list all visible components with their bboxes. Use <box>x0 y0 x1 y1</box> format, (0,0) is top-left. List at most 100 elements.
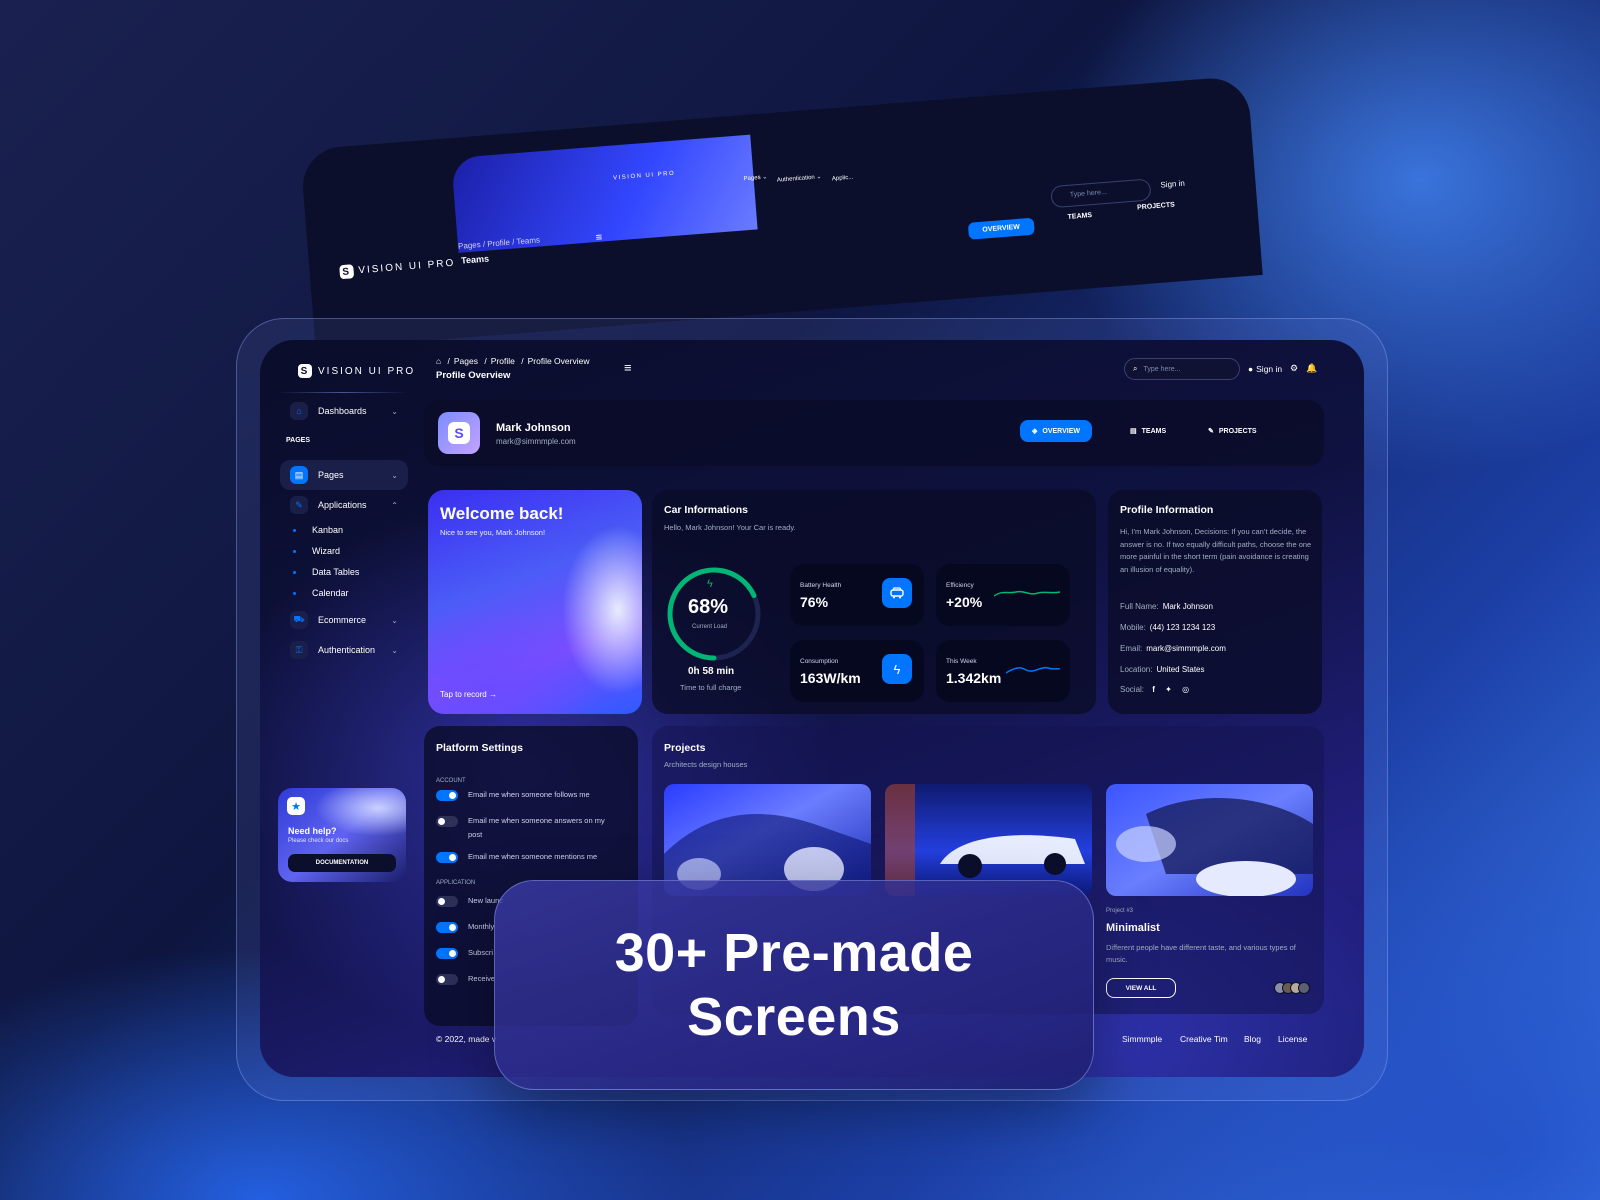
toggle-follows-label: Email me when someone follows me <box>468 790 590 799</box>
sidebar-item-dashboards[interactable]: ⌂ Dashboards ⌄ <box>280 396 408 426</box>
platform-settings-title: Platform Settings <box>436 742 523 754</box>
instagram-icon[interactable]: ◎ <box>1182 685 1189 694</box>
wrench-icon: ✎ <box>1208 428 1214 435</box>
projects-title: Projects <box>664 742 706 754</box>
sidebar-divider <box>278 392 408 393</box>
lightning-icon: ϟ <box>707 578 713 590</box>
bullet-icon <box>293 592 296 595</box>
profile-mobile: Mobile: (44) 123 1234 123 <box>1120 623 1216 632</box>
footer-copyright: © 2022, made v <box>436 1034 497 1044</box>
avatar: S <box>438 412 480 454</box>
help-subtitle: Please check our docs <box>288 838 349 844</box>
toggle-subscribe[interactable] <box>436 948 458 959</box>
toggle-follows[interactable] <box>436 790 458 801</box>
star-icon: ★ <box>287 797 305 815</box>
lightning-icon: ϟ <box>882 654 912 684</box>
profile-name: Mark Johnson <box>496 422 571 434</box>
sidebar-subitem-calendar[interactable]: Calendar <box>312 588 349 598</box>
efficiency-sparkline <box>994 590 1060 597</box>
back-tab-projects[interactable]: PROJECTS <box>1137 202 1175 212</box>
profile-info-card: Profile Information Hi, I’m Mark Johnson… <box>1108 490 1322 714</box>
sign-in-link[interactable]: ● Sign in <box>1248 364 1282 374</box>
search-input[interactable]: ⌕ Type here... <box>1124 358 1240 380</box>
back-sign-in[interactable]: Sign in <box>1160 179 1185 190</box>
stat-efficiency: Efficiency +20% <box>936 564 1070 626</box>
bell-icon[interactable]: 🔔 <box>1306 363 1317 374</box>
gauge-value: 68% <box>688 596 729 618</box>
welcome-subtitle: Nice to see you, Mark Johnson! <box>440 528 546 537</box>
page-title: Profile Overview <box>436 370 511 381</box>
footer-link-simmmple[interactable]: Simmmple <box>1122 1034 1162 1044</box>
logo-icon: S <box>339 264 355 280</box>
chevron-down-icon: ⌄ <box>391 645 398 655</box>
back-menu-icon[interactable]: ≡ <box>595 232 602 244</box>
tap-to-record-link[interactable]: Tap to record → <box>440 690 497 699</box>
profile-info-title: Profile Information <box>1120 504 1214 516</box>
twitter-icon[interactable]: ✦ <box>1165 685 1172 694</box>
application-label: APPLICATION <box>436 880 476 886</box>
document-icon: ▤ <box>1130 428 1137 435</box>
profile-location: Location: United States <box>1120 665 1205 674</box>
profile-header: S Mark Johnson mark@simmmple.com <box>424 400 1324 466</box>
footer-link-creative-tim[interactable]: Creative Tim <box>1180 1034 1228 1044</box>
menu-icon[interactable]: ≡ <box>624 360 632 375</box>
documentation-button[interactable]: DOCUMENTATION <box>288 854 396 872</box>
bullet-icon <box>293 550 296 553</box>
sidebar-section-pages: PAGES <box>286 437 310 444</box>
footer-link-license[interactable]: License <box>1278 1034 1307 1044</box>
project-image-3[interactable] <box>1106 784 1313 896</box>
tab-overview[interactable]: ◈ OVERVIEW <box>1020 420 1092 442</box>
toggle-monthly[interactable] <box>436 922 458 933</box>
welcome-card: Welcome back! Nice to see you, Mark John… <box>428 490 642 714</box>
gauge-label: Current Load <box>692 624 728 630</box>
document-icon: ▤ <box>290 466 308 484</box>
bullet-icon <box>293 571 296 574</box>
toggle-mentions-label: Email me when someone mentions me <box>468 852 598 861</box>
profile-social: Social: f ✦ ◎ <box>1120 685 1190 694</box>
toggle-answers[interactable] <box>436 816 458 827</box>
view-all-button[interactable]: VIEW ALL <box>1106 978 1176 998</box>
wrench-icon: ✎ <box>290 496 308 514</box>
sidebar-item-authentication[interactable]: ⚿ Authentication ⌄ <box>280 635 408 665</box>
account-label: ACCOUNT <box>436 778 466 784</box>
sidebar-item-applications[interactable]: ✎ Applications ⌃ <box>280 490 408 520</box>
toggle-answers-label: Email me when someone answers on my post <box>468 816 605 839</box>
profile-email-row: Email: mark@simmmple.com <box>1120 644 1226 653</box>
home-icon: ⌂ <box>290 402 308 420</box>
welcome-title: Welcome back! <box>440 504 564 523</box>
home-icon[interactable]: ⌂ <box>436 356 441 366</box>
sidebar-subitem-wizard[interactable]: Wizard <box>312 546 340 556</box>
promo-overlay: 30+ Pre-made Screens <box>494 880 1094 1090</box>
toggle-receive[interactable] <box>436 974 458 985</box>
back-tab-teams[interactable]: TEAMS <box>1067 212 1092 221</box>
projects-subtitle: Architects design houses <box>664 760 748 769</box>
search-icon: ⌕ <box>1133 364 1138 373</box>
back-nav-applications[interactable]: Applic... <box>832 175 854 183</box>
chevron-up-icon: ⌃ <box>391 500 398 510</box>
profile-email: mark@simmmple.com <box>496 437 576 446</box>
tab-projects[interactable]: ✎ PROJECTS <box>1196 420 1269 442</box>
back-banner-logo: VISION UI PRO <box>612 170 676 182</box>
sidebar-subitem-data-tables[interactable]: Data Tables <box>312 567 359 577</box>
back-nav-authentication[interactable]: Authentication ⌄ <box>777 173 822 183</box>
gear-icon[interactable]: ⚙ <box>1290 363 1298 374</box>
facebook-icon[interactable]: f <box>1152 685 1155 694</box>
cart-icon: ⛟ <box>290 611 308 629</box>
stat-this-week: This Week 1.342km <box>936 640 1070 702</box>
user-icon: ● <box>1248 364 1254 374</box>
back-nav-pages[interactable]: Pages ⌄ <box>743 173 767 182</box>
tab-teams[interactable]: ▤ TEAMS <box>1118 420 1178 442</box>
chevron-down-icon: ⌄ <box>391 470 398 480</box>
back-tab-overview[interactable]: OVERVIEW <box>967 217 1035 240</box>
back-banner: VISION UI PRO <box>451 134 758 253</box>
sidebar-logo: S VISION UI PRO <box>298 364 415 378</box>
project-description: Different people have different taste, a… <box>1106 943 1296 964</box>
sidebar-subitem-kanban[interactable]: Kanban <box>312 525 343 535</box>
toggle-new-launches[interactable] <box>436 896 458 907</box>
sidebar-item-pages[interactable]: ▤ Pages ⌄ <box>280 460 408 490</box>
project-tag: Project #3 <box>1106 908 1134 914</box>
logo-icon: S <box>298 364 312 378</box>
footer-link-blog[interactable]: Blog <box>1244 1034 1261 1044</box>
toggle-mentions[interactable] <box>436 852 458 863</box>
sidebar-item-ecommerce[interactable]: ⛟ Ecommerce ⌄ <box>280 605 408 635</box>
